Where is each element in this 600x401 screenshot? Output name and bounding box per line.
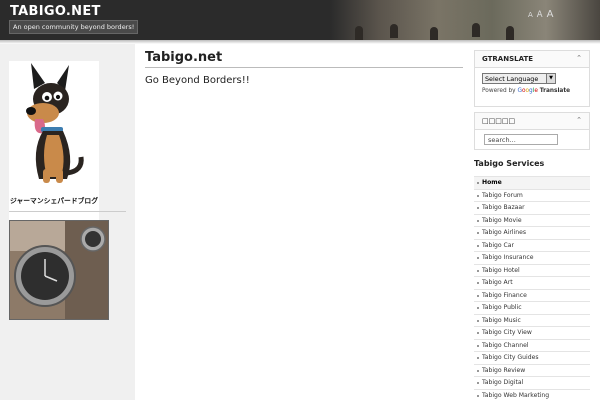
services-item-airlines[interactable]: Tabigo Airlines (474, 226, 590, 239)
search-widget: □□□□□ ⌃ search... (474, 112, 590, 150)
site-header: TABIGO.NET An open community beyond bord… (0, 0, 600, 40)
services-item-digital[interactable]: Tabigo Digital (474, 376, 590, 389)
collapse-chevron-icon[interactable]: ⌃ (576, 54, 582, 62)
powered-by-google: Powered by Google Translate (482, 88, 570, 94)
services-item-city-view[interactable]: Tabigo City View (474, 326, 590, 339)
font-size-large-button[interactable]: A (547, 9, 555, 20)
left-sidebar: ジャーマンシェパードブログ (0, 44, 135, 400)
services-item-car[interactable]: Tabigo Car (474, 239, 590, 252)
search-widget-header[interactable]: □□□□□ ⌃ (475, 113, 589, 130)
search-widget-title: □□□□□ (482, 117, 515, 125)
services-item-forum[interactable]: Tabigo Forum (474, 189, 590, 202)
services-item-public[interactable]: Tabigo Public (474, 301, 590, 314)
search-input[interactable]: search... (484, 134, 558, 145)
person-silhouette (472, 23, 480, 37)
services-item-insurance[interactable]: Tabigo Insurance (474, 251, 590, 264)
header-banner-photo (330, 0, 600, 40)
language-select-value: Select Language (485, 75, 538, 83)
page-title: Tabigo.net (145, 50, 222, 65)
watch-photo-icon (10, 221, 109, 320)
services-item-movie[interactable]: Tabigo Movie (474, 214, 590, 227)
font-resize-controls: AAA (528, 9, 557, 20)
watch-photo-banner[interactable] (9, 220, 109, 320)
site-title-link[interactable]: TABIGO.NET (10, 4, 101, 19)
gtranslate-title: GTRANSLATE (482, 55, 533, 63)
person-silhouette (506, 26, 514, 40)
title-divider (145, 67, 463, 68)
powered-by-label: Powered by (482, 88, 516, 94)
services-item-bazaar[interactable]: Tabigo Bazaar (474, 201, 590, 214)
gtranslate-widget-header[interactable]: GTRANSLATE ⌃ (475, 51, 589, 68)
services-item-web-marketing[interactable]: Tabigo Web Marketing (474, 389, 590, 401)
person-silhouette (390, 24, 398, 38)
person-silhouette (355, 26, 363, 40)
site-tagline: An open community beyond borders! (9, 20, 138, 34)
collapse-chevron-icon[interactable]: ⌃ (576, 116, 582, 124)
services-item-finance[interactable]: Tabigo Finance (474, 289, 590, 302)
services-item-channel[interactable]: Tabigo Channel (474, 339, 590, 352)
services-item-city-guides[interactable]: Tabigo City Guides (474, 351, 590, 364)
translate-link[interactable]: Translate (540, 88, 570, 94)
font-size-small-button[interactable]: A (528, 11, 534, 19)
font-size-medium-button[interactable]: A (537, 10, 544, 20)
dropdown-arrow-icon: ▼ (546, 74, 555, 83)
sidebar-divider (9, 211, 126, 212)
services-item-home[interactable]: Home (474, 176, 590, 189)
services-title: Tabigo Services (474, 159, 544, 168)
services-item-art[interactable]: Tabigo Art (474, 276, 590, 289)
page-body-text: Go Beyond Borders!! (145, 75, 250, 86)
person-silhouette (430, 27, 438, 40)
services-menu: Home Tabigo Forum Tabigo Bazaar Tabigo M… (474, 176, 590, 401)
services-item-review[interactable]: Tabigo Review (474, 364, 590, 377)
services-item-hotel[interactable]: Tabigo Hotel (474, 264, 590, 277)
services-item-music[interactable]: Tabigo Music (474, 314, 590, 327)
cartoon-dog-icon (9, 61, 99, 191)
gtranslate-widget: GTRANSLATE ⌃ Select Language ▼ Powered b… (474, 50, 590, 107)
shepherd-blog-caption: ジャーマンシェパードブログ (10, 195, 100, 205)
language-select[interactable]: Select Language ▼ (482, 73, 556, 84)
google-logo: Google (517, 88, 537, 94)
shepherd-blog-banner[interactable]: ジャーマンシェパードブログ (9, 61, 99, 236)
